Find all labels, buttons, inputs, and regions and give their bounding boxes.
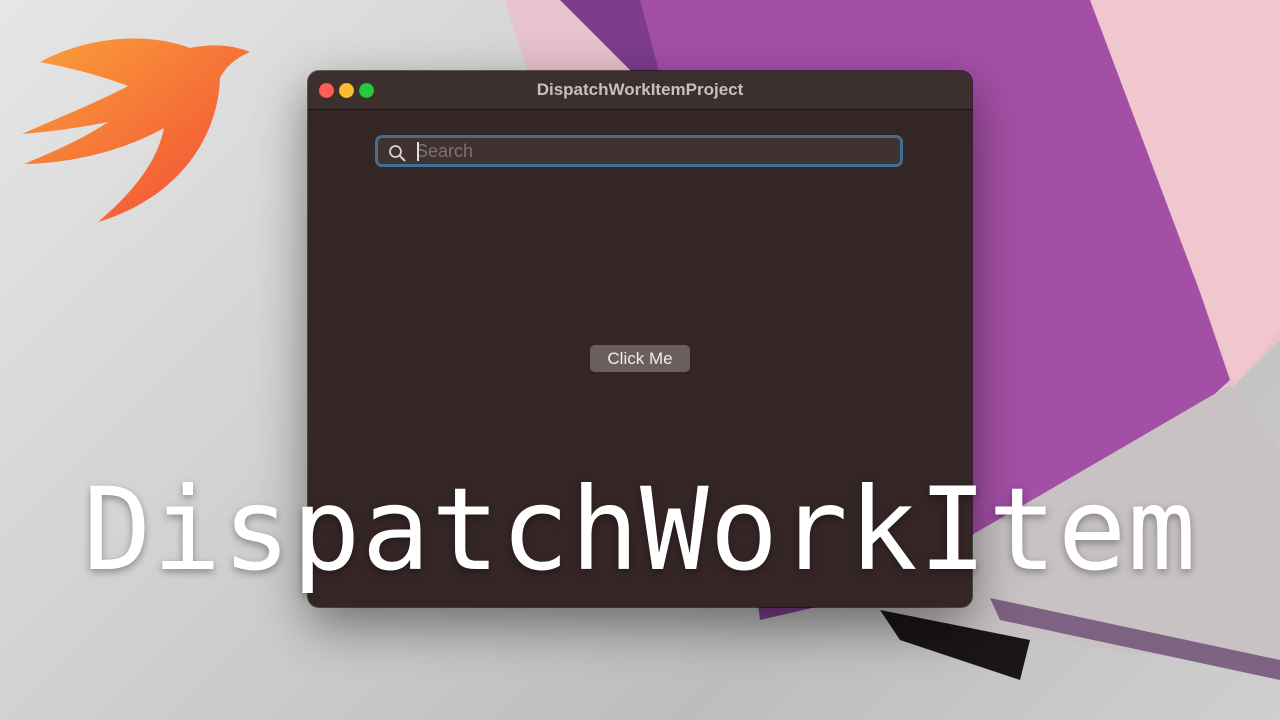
search-input[interactable]: [416, 138, 886, 164]
desktop: DispatchWorkItemProject Click Me Dispatc…: [0, 0, 1280, 720]
text-caret: [417, 142, 419, 161]
window-title: DispatchWorkItemProject: [536, 80, 744, 99]
search-field[interactable]: [375, 135, 903, 167]
click-me-button[interactable]: Click Me: [590, 345, 690, 372]
window-titlebar[interactable]: DispatchWorkItemProject: [308, 71, 972, 110]
magnifying-glass-icon: [389, 145, 406, 162]
video-overlay-title: DispatchWorkItem: [82, 463, 1198, 596]
swift-bird-logo: [22, 38, 250, 222]
